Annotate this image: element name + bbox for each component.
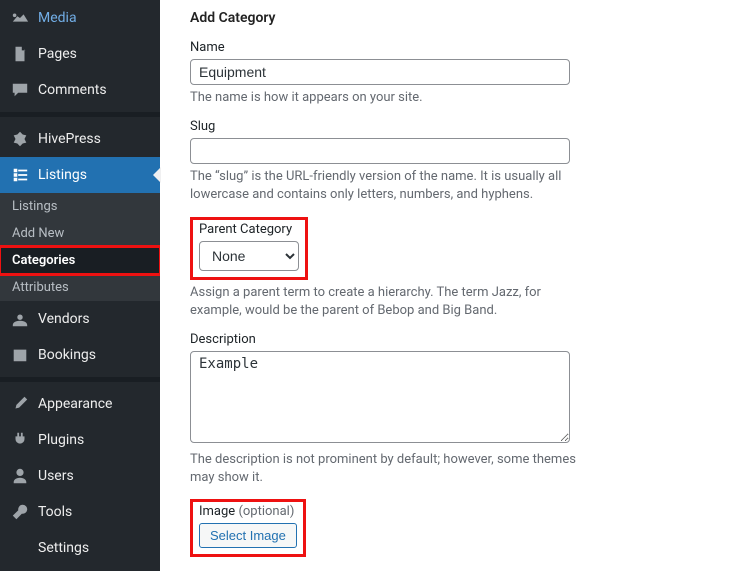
sidebar-item-comments[interactable]: Comments bbox=[0, 72, 160, 108]
sidebar-item-users[interactable]: Users bbox=[0, 458, 160, 494]
name-desc: The name is how it appears on your site. bbox=[190, 89, 590, 107]
description-textarea[interactable] bbox=[190, 351, 570, 443]
listings-submenu: Listings Add New Categories Attributes bbox=[0, 193, 160, 301]
submenu-item-add-new[interactable]: Add New bbox=[0, 220, 160, 247]
image-highlight: Image (optional) Select Image bbox=[190, 499, 306, 557]
listings-icon bbox=[10, 165, 30, 185]
comment-icon bbox=[10, 80, 30, 100]
user-icon bbox=[10, 466, 30, 486]
field-name: Name The name is how it appears on your … bbox=[190, 40, 720, 107]
sidebar-item-pages[interactable]: Pages bbox=[0, 36, 160, 72]
wrench-icon bbox=[10, 502, 30, 522]
sidebar-item-hivepress[interactable]: HivePress bbox=[0, 121, 160, 157]
main-content: Add Category Name The name is how it app… bbox=[160, 0, 750, 571]
parent-desc: Assign a parent term to create a hierarc… bbox=[190, 284, 590, 320]
slug-label: Slug bbox=[190, 119, 720, 134]
name-label: Name bbox=[190, 40, 720, 55]
field-description: Description The description is not promi… bbox=[190, 332, 720, 487]
page-icon bbox=[10, 44, 30, 64]
sliders-icon bbox=[10, 538, 30, 558]
parent-select[interactable]: None bbox=[199, 241, 299, 271]
select-image-button[interactable]: Select Image bbox=[199, 523, 297, 548]
page-title: Add Category bbox=[190, 10, 720, 26]
sidebar-label: Bookings bbox=[38, 347, 96, 363]
sidebar-item-media[interactable]: Media bbox=[0, 0, 160, 36]
sidebar-label: Media bbox=[38, 10, 77, 26]
calendar-icon bbox=[10, 345, 30, 365]
sidebar-item-settings[interactable]: Settings bbox=[0, 530, 160, 566]
menu-separator bbox=[0, 112, 160, 117]
sidebar-label: Appearance bbox=[38, 396, 112, 412]
vendors-icon bbox=[10, 309, 30, 329]
submenu-item-categories[interactable]: Categories bbox=[0, 247, 160, 274]
sidebar-item-vendors[interactable]: Vendors bbox=[0, 301, 160, 337]
sidebar-item-tools[interactable]: Tools bbox=[0, 494, 160, 530]
sidebar-item-plugins[interactable]: Plugins bbox=[0, 422, 160, 458]
sidebar-item-listings[interactable]: Listings bbox=[0, 157, 160, 193]
sidebar-item-appearance[interactable]: Appearance bbox=[0, 386, 160, 422]
description-label: Description bbox=[190, 332, 720, 347]
submenu-item-attributes[interactable]: Attributes bbox=[0, 274, 160, 301]
sidebar-item-bookings[interactable]: Bookings bbox=[0, 337, 160, 373]
media-icon bbox=[10, 8, 30, 28]
menu-separator bbox=[0, 377, 160, 382]
sidebar-label: Users bbox=[38, 468, 74, 484]
submenu-item-listings[interactable]: Listings bbox=[0, 193, 160, 220]
admin-sidebar: Media Pages Comments HivePress Listings … bbox=[0, 0, 160, 571]
sidebar-label: Vendors bbox=[38, 311, 90, 327]
name-input[interactable] bbox=[190, 59, 570, 85]
slug-input[interactable] bbox=[190, 138, 570, 164]
sidebar-label: Pages bbox=[38, 46, 77, 62]
brush-icon bbox=[10, 394, 30, 414]
field-image: Image (optional) Select Image bbox=[190, 499, 720, 557]
hivepress-icon bbox=[10, 129, 30, 149]
plug-icon bbox=[10, 430, 30, 450]
image-label: Image (optional) bbox=[199, 504, 297, 519]
parent-label: Parent Category bbox=[199, 222, 299, 237]
sidebar-label: Tools bbox=[38, 504, 72, 520]
sidebar-label: HivePress bbox=[38, 131, 101, 147]
sidebar-label: Comments bbox=[38, 82, 107, 98]
sidebar-label: Listings bbox=[38, 167, 87, 183]
slug-desc: The “slug” is the URL-friendly version o… bbox=[190, 168, 590, 204]
parent-highlight: Parent Category None bbox=[190, 217, 308, 280]
field-parent: Parent Category None Assign a parent ter… bbox=[190, 217, 720, 320]
description-desc: The description is not prominent by defa… bbox=[190, 451, 590, 487]
sidebar-label: Settings bbox=[38, 540, 89, 556]
field-slug: Slug The “slug” is the URL-friendly vers… bbox=[190, 119, 720, 204]
sidebar-label: Plugins bbox=[38, 432, 84, 448]
